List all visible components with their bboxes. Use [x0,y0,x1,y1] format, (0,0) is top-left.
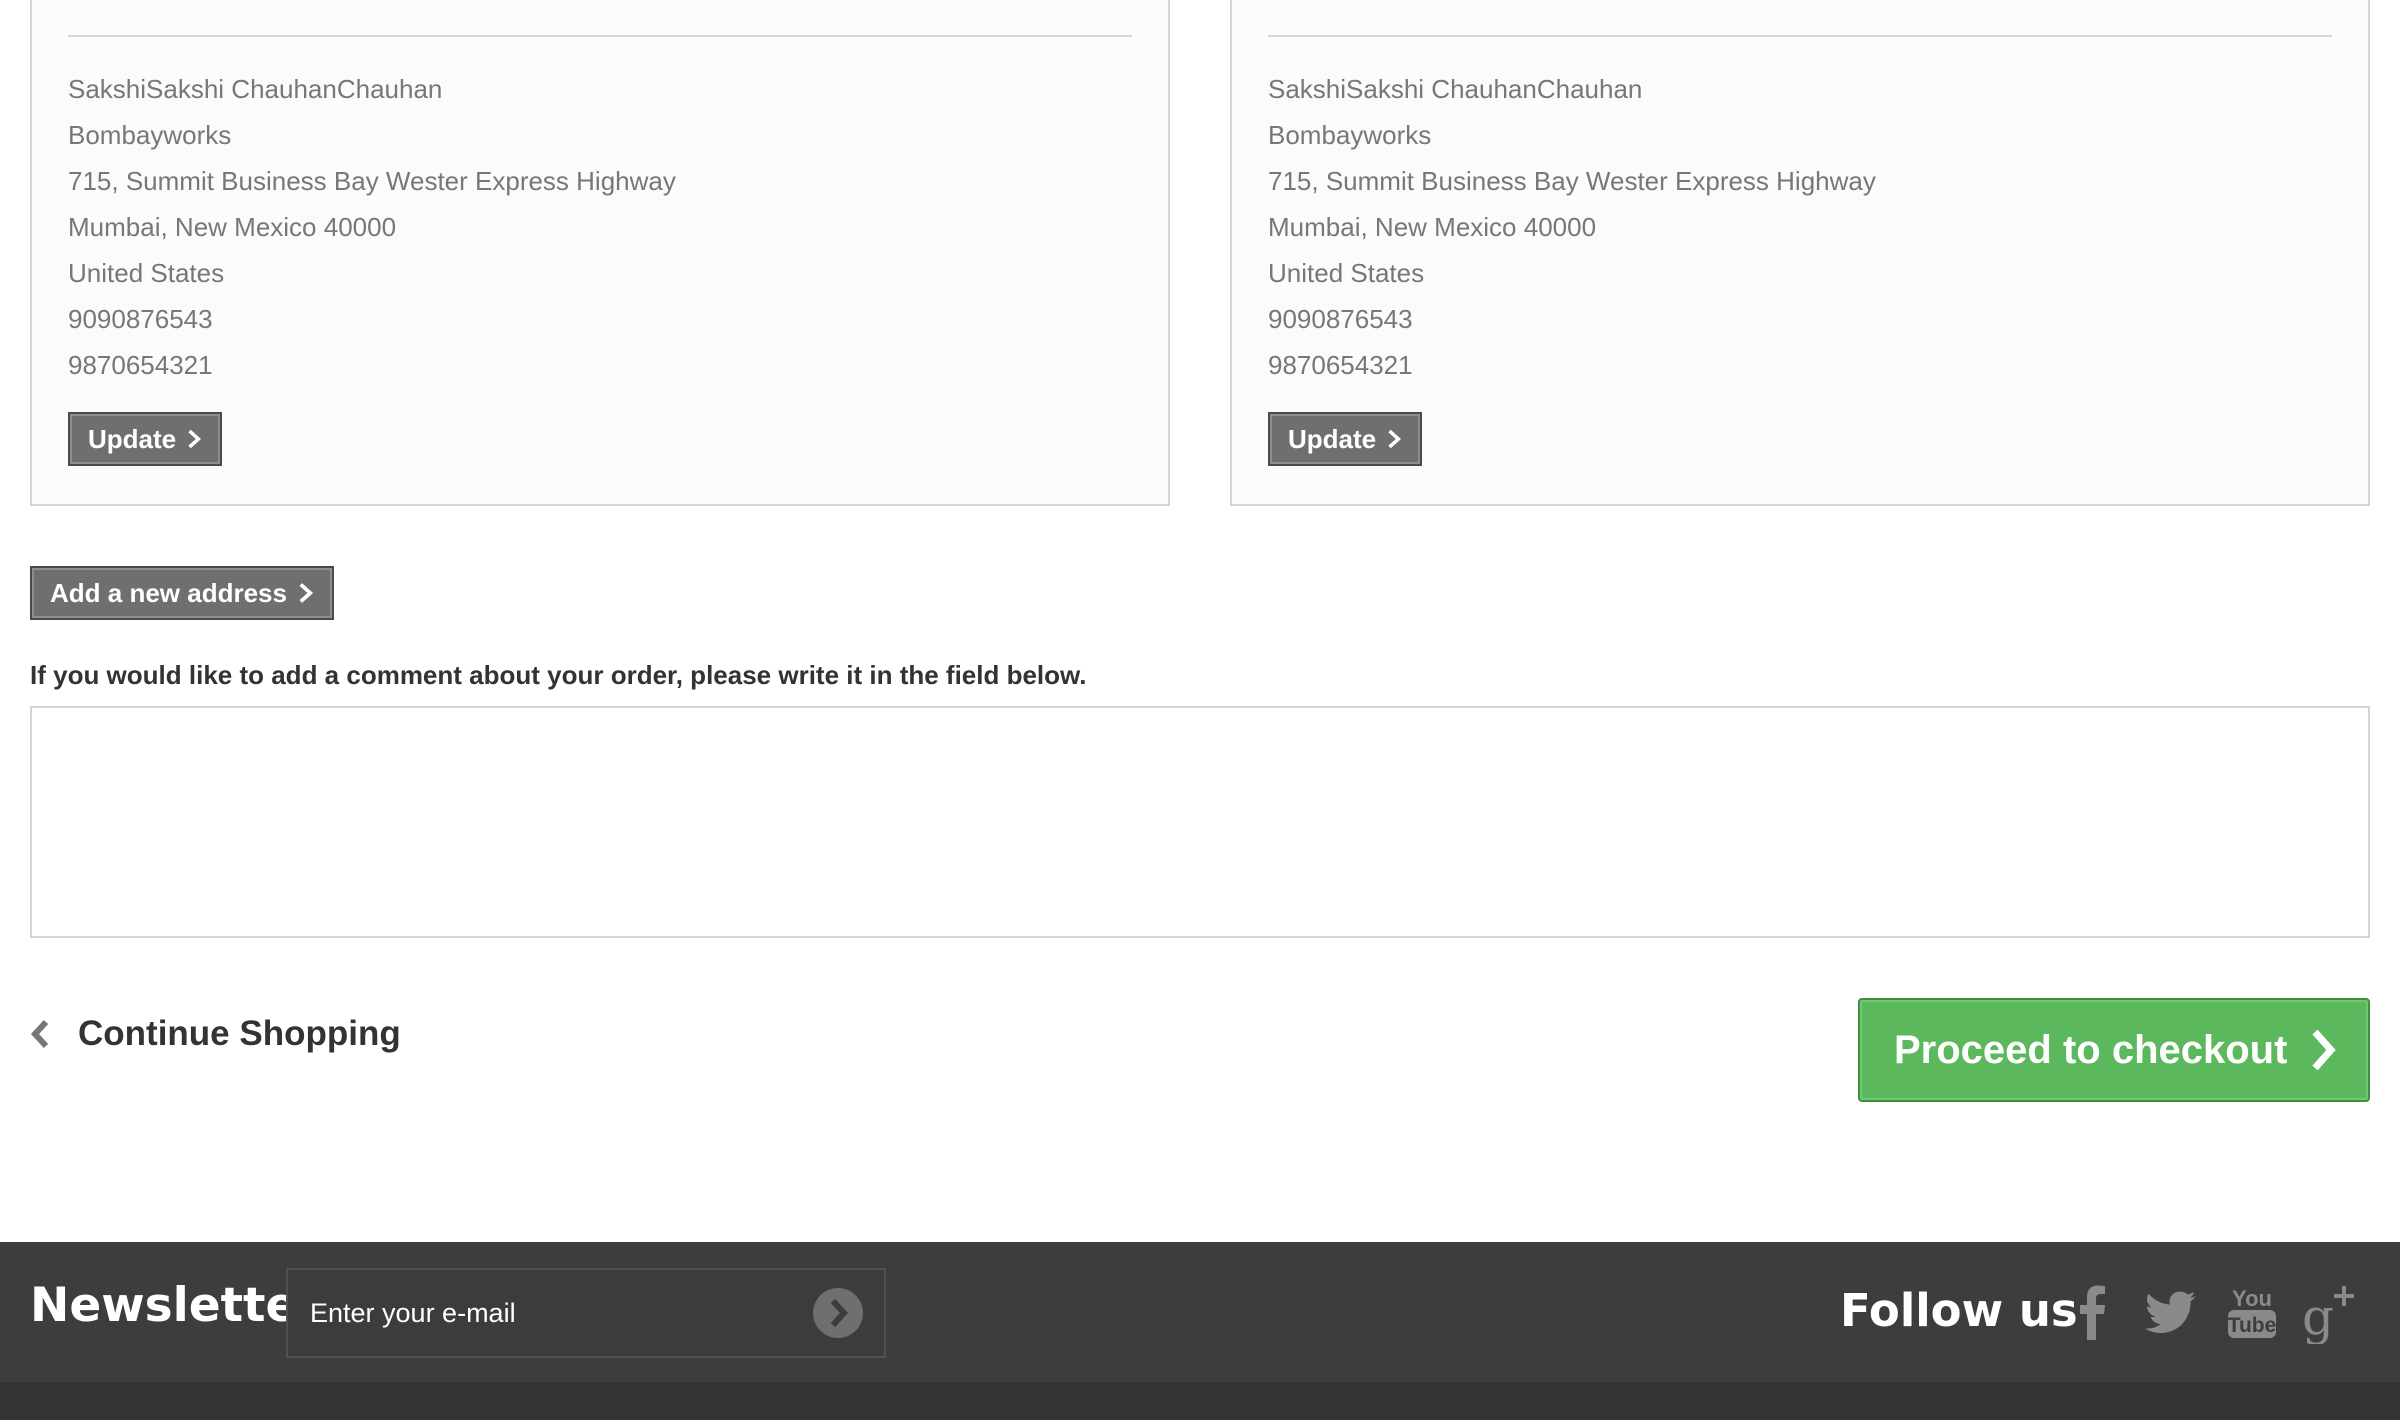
order-comment-textarea[interactable] [30,706,2370,938]
add-address-label: Add a new address [50,577,287,608]
twitter-icon[interactable] [2138,1280,2202,1344]
address-company: Bombayworks [68,120,232,150]
address-phone: 9090876543 [1268,304,1413,334]
address-mobile: 9870654321 [1268,350,1413,380]
newsletter-email-input[interactable] [288,1270,812,1356]
address-name: SakshiSakshi ChauhanChauhan [1268,74,1643,104]
address-country: United States [1268,258,1425,288]
facebook-icon[interactable] [2060,1280,2124,1344]
svg-text:Tube: Tube [2228,1314,2277,1337]
chevron-right-icon [2312,1029,2337,1071]
follow-us-title: Follow us [1840,1284,2078,1337]
svg-text:You: You [2232,1286,2272,1311]
address-box-delivery: SakshiSakshi ChauhanChauhan Bombayworks … [30,0,1170,506]
divider [1268,35,2332,37]
chevron-right-icon [299,583,314,603]
address-mobile: 9870654321 [68,350,213,380]
newsletter-title: Newsletter [30,1278,321,1333]
chevron-right-icon [188,429,202,449]
proceed-to-checkout-button[interactable]: Proceed to checkout [1858,998,2370,1102]
address-street: 715, Summit Business Bay Wester Express … [68,166,676,196]
chevron-right-icon [1388,429,1402,449]
divider [68,35,1132,37]
chevron-left-icon [30,1019,49,1049]
google-plus-icon[interactable]: g [2298,1280,2362,1344]
checkout-label: Proceed to checkout [1894,1027,2288,1072]
address-city: Mumbai, New Mexico 40000 [1268,212,1597,242]
footer-bottom-bar [0,1382,2400,1420]
youtube-icon[interactable]: You Tube [2220,1280,2284,1344]
continue-shopping-link[interactable]: Continue Shopping [28,1014,401,1054]
newsletter-form [286,1268,886,1358]
update-button-label: Update [88,423,177,454]
address-street: 715, Summit Business Bay Wester Express … [1268,166,1876,196]
update-button-label: Update [1288,423,1377,454]
svg-text:g: g [2302,1288,2334,1344]
address-lines: SakshiSakshi ChauhanChauhan Bombayworks … [68,66,676,388]
address-name: SakshiSakshi ChauhanChauhan [68,74,443,104]
address-phone: 9090876543 [68,304,213,334]
continue-shopping-label: Continue Shopping [78,1014,401,1053]
comment-label: If you would like to add a comment about… [30,660,1087,690]
add-new-address-button[interactable]: Add a new address [30,566,334,620]
update-address-button[interactable]: Update [68,412,222,466]
address-lines: SakshiSakshi ChauhanChauhan Bombayworks … [1268,66,1876,388]
address-city: Mumbai, New Mexico 40000 [68,212,397,242]
address-company: Bombayworks [1268,120,1432,150]
address-box-invoice: SakshiSakshi ChauhanChauhan Bombayworks … [1230,0,2370,506]
update-address-button[interactable]: Update [1268,412,1422,466]
newsletter-submit-icon[interactable] [812,1287,864,1339]
address-country: United States [68,258,225,288]
